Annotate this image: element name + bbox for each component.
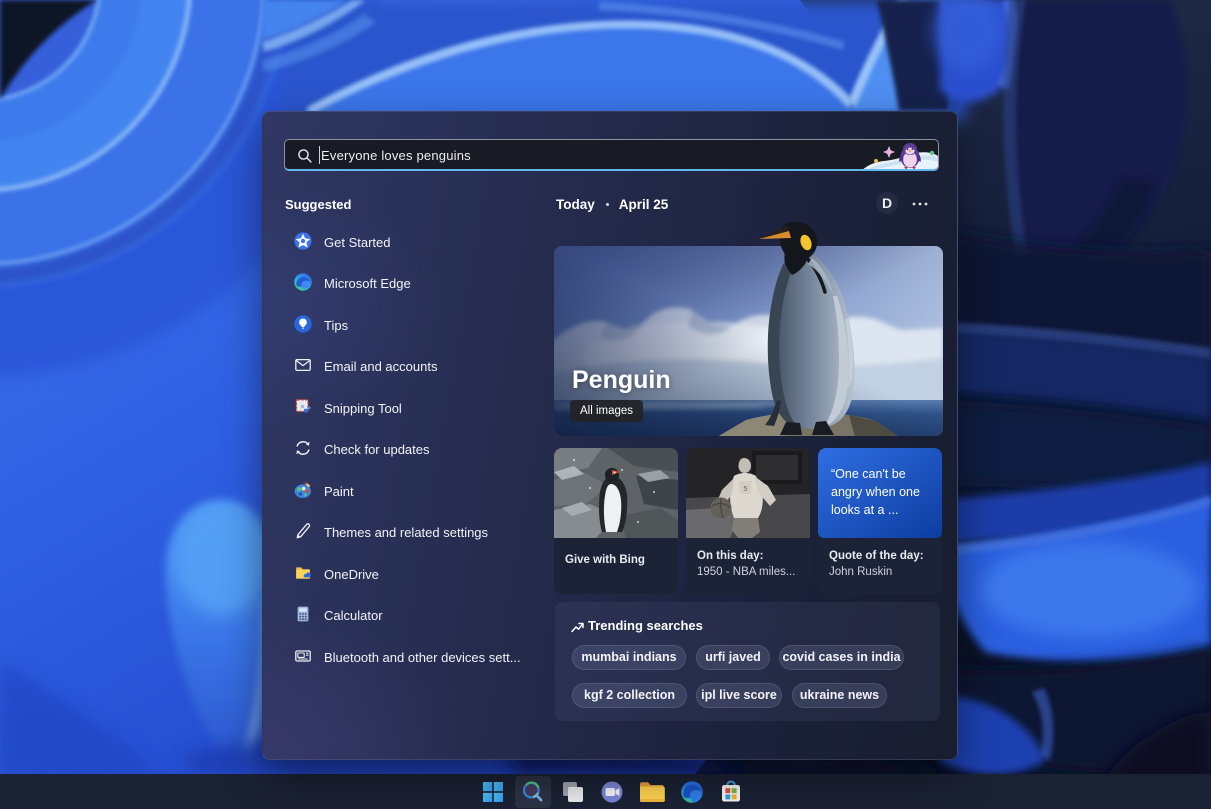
svg-text:5: 5 [743,484,747,493]
